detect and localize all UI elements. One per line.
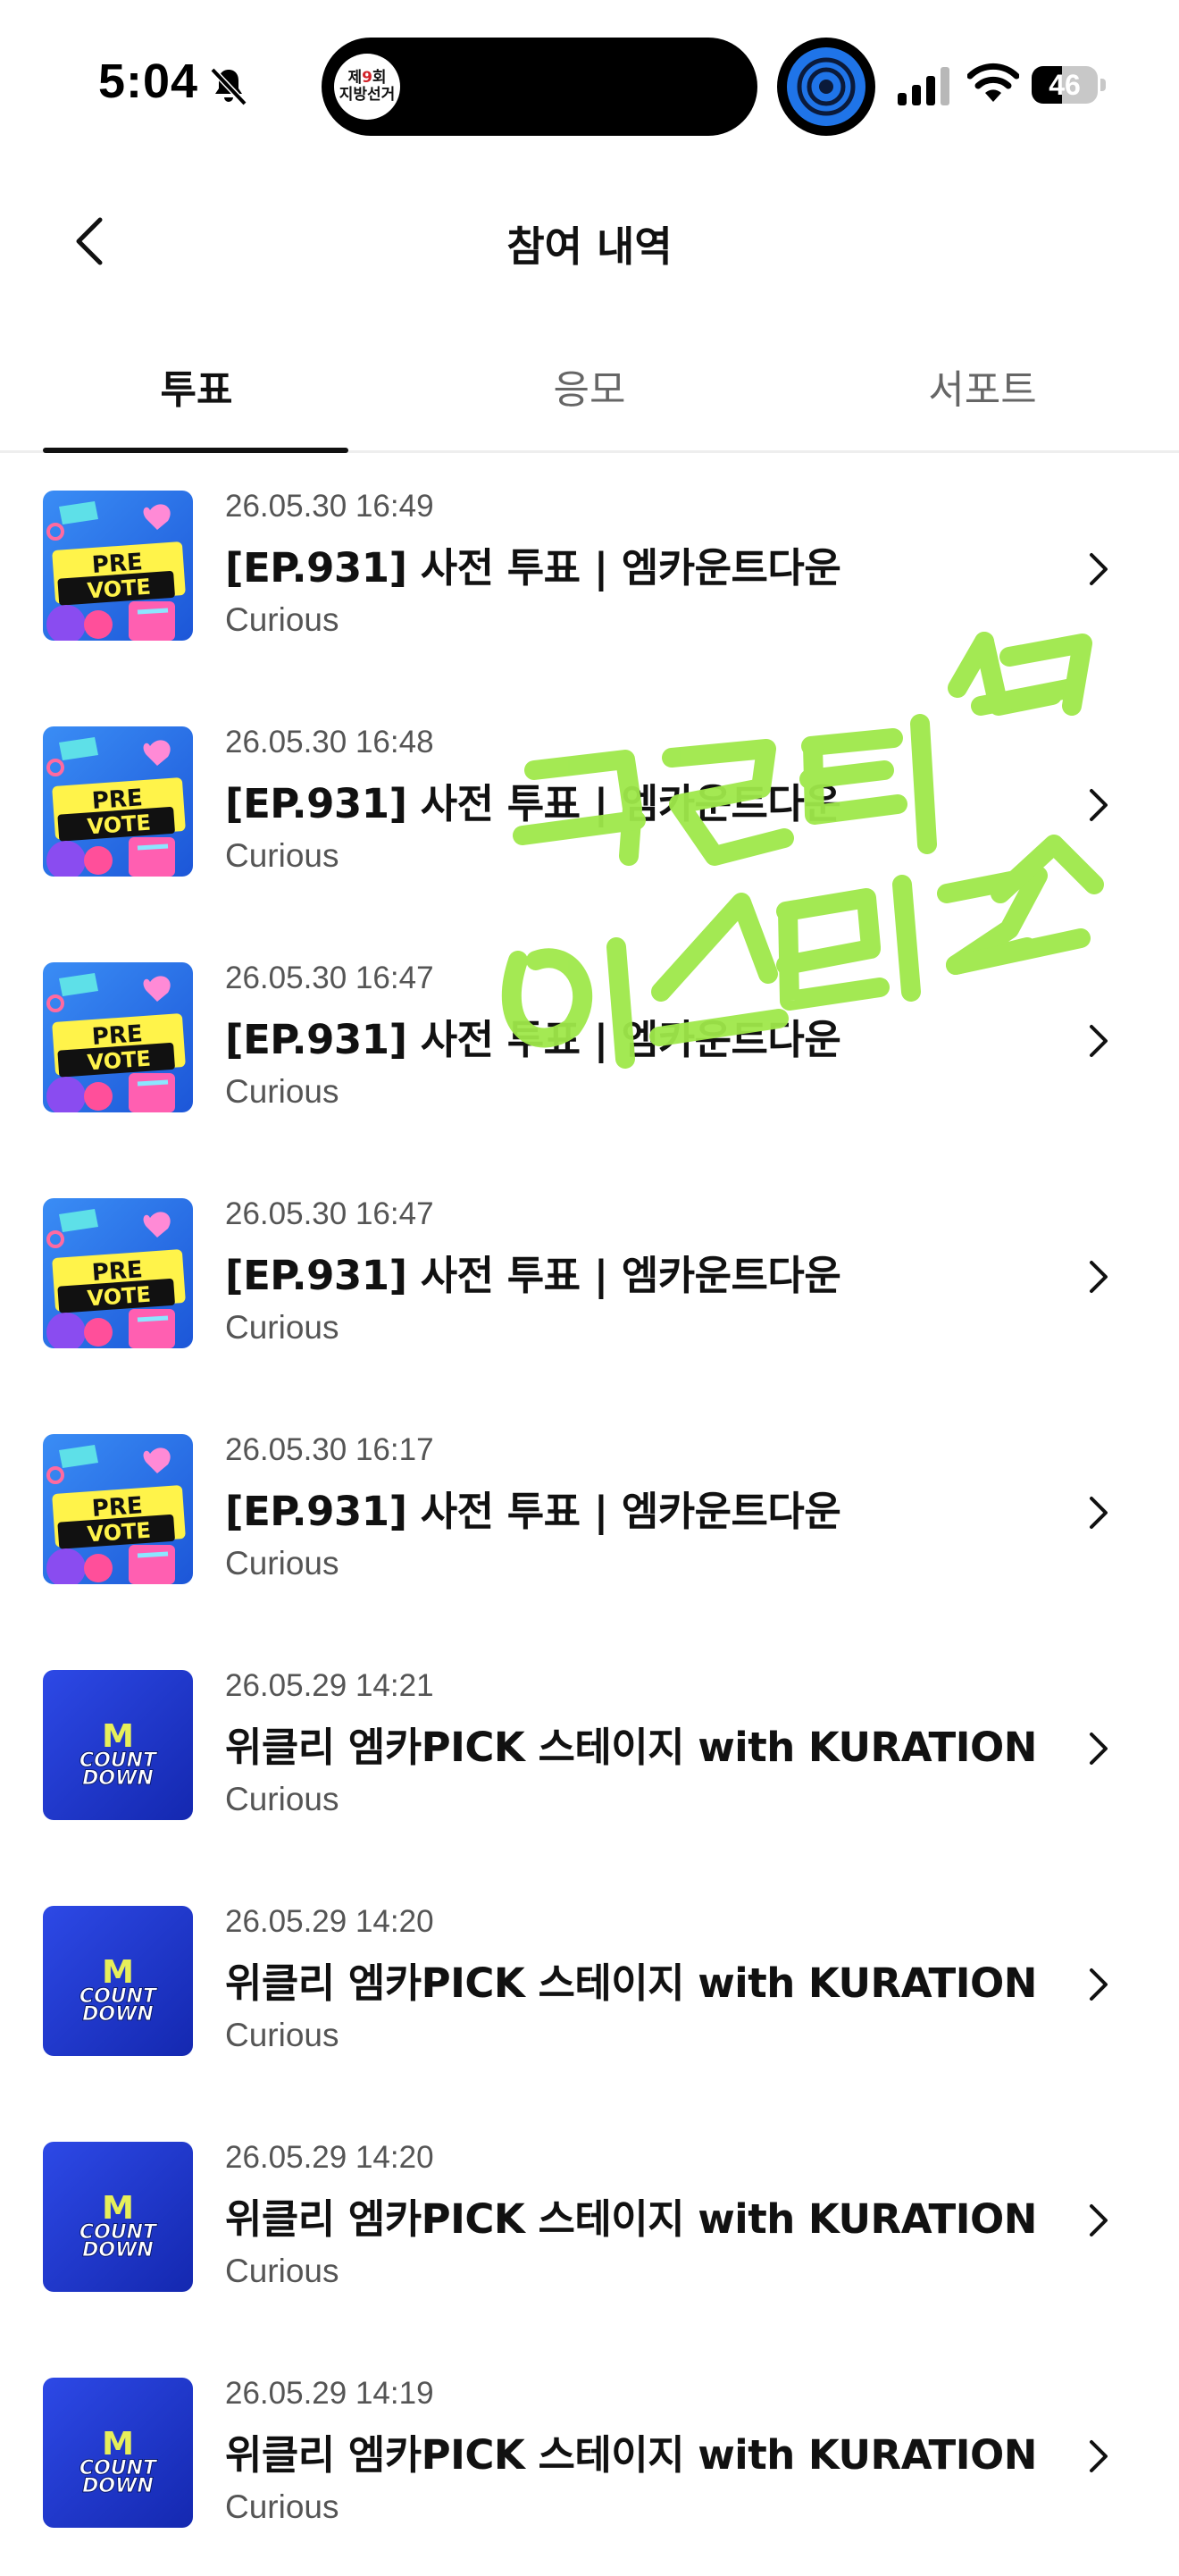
nav-header: 참여 내역: [0, 179, 1179, 304]
mcountdown-thumbnail: M COUNT DOWN: [43, 1906, 193, 2056]
mcountdown-line2: DOWN: [82, 2003, 154, 2026]
dynamic-island[interactable]: 제9회 지방선거: [322, 38, 757, 136]
list-item[interactable]: PRE VOTE 26.05.30 16:49 [EP.931] 사전 투표 | …: [0, 453, 1179, 689]
list-item[interactable]: PRE VOTE 26.05.30 16:17 [EP.931] 사전 투표 | …: [0, 1397, 1179, 1632]
live-activity-airdrop[interactable]: [777, 38, 875, 136]
pre-vote-thumbnail-icon: PRE VOTE: [43, 1198, 193, 1348]
chevron-right-icon: [1090, 1968, 1108, 2001]
status-bar: 5:04 제9회 지방선거 46: [0, 0, 1179, 170]
chevron-right-icon: [1090, 1497, 1108, 1529]
item-date: 26.05.29 14:21: [225, 1668, 434, 1703]
pre-vote-thumbnail: PRE VOTE: [43, 726, 193, 877]
mcountdown-line2: DOWN: [82, 1767, 154, 1790]
list-item[interactable]: M COUNT DOWN 26.05.29 14:19 위클리 엠카PICK 스테…: [0, 2340, 1179, 2576]
pre-vote-thumbnail-icon: PRE VOTE: [43, 1434, 193, 1584]
list-item[interactable]: PRE VOTE 26.05.30 16:47 [EP.931] 사전 투표 | …: [0, 925, 1179, 1161]
item-title: 위클리 엠카PICK 스테이지 with KURATION: [225, 2195, 1037, 2243]
election-badge-icon: 제9회 지방선거: [334, 54, 400, 120]
mcountdown-thumbnail-icon: M COUNT DOWN: [43, 2378, 193, 2528]
item-title: [EP.931] 사전 투표 | 엠카운트다운: [225, 1016, 841, 1063]
pre-vote-line2: VOTE: [87, 1282, 152, 1312]
item-date: 26.05.30 16:49: [225, 489, 434, 524]
item-title: [EP.931] 사전 투표 | 엠카운트다운: [225, 1252, 841, 1299]
item-title: [EP.931] 사전 투표 | 엠카운트다운: [225, 780, 841, 827]
mcountdown-thumbnail: M COUNT DOWN: [43, 1670, 193, 1820]
list-item[interactable]: M COUNT DOWN 26.05.29 14:20 위클리 엠카PICK 스테…: [0, 2104, 1179, 2340]
item-subtitle: Curious: [225, 1309, 339, 1346]
mcountdown-thumbnail-icon: M COUNT DOWN: [43, 2142, 193, 2292]
chevron-right-icon: [1090, 2204, 1108, 2236]
battery-percent: 46: [1049, 69, 1081, 101]
tab-entry[interactable]: 응모: [393, 331, 786, 450]
bell-muted-icon: [210, 67, 247, 106]
chevron-right-icon: [1090, 2440, 1108, 2472]
mcountdown-thumbnail: M COUNT DOWN: [43, 2142, 193, 2292]
list-item[interactable]: PRE VOTE 26.05.30 16:47 [EP.931] 사전 투표 | …: [0, 1161, 1179, 1397]
item-title: [EP.931] 사전 투표 | 엠카운트다운: [225, 1488, 841, 1535]
item-title: [EP.931] 사전 투표 | 엠카운트다운: [225, 544, 841, 592]
cellular-signal-icon: [898, 67, 949, 105]
pre-vote-line2: VOTE: [87, 1518, 152, 1548]
pre-vote-line2: VOTE: [87, 1046, 152, 1076]
mcountdown-line2: DOWN: [82, 2239, 154, 2261]
list-item[interactable]: PRE VOTE 26.05.30 16:48 [EP.931] 사전 투표 | …: [0, 689, 1179, 925]
mcountdown-thumbnail-icon: M COUNT DOWN: [43, 1906, 193, 2056]
tab-bar: 투표 응모 서포트: [0, 331, 1179, 453]
list-item[interactable]: M COUNT DOWN 26.05.29 14:20 위클리 엠카PICK 스테…: [0, 1868, 1179, 2104]
item-title: 위클리 엠카PICK 스테이지 with KURATION: [225, 1724, 1037, 1771]
item-date: 26.05.30 16:47: [225, 1196, 434, 1231]
pre-vote-thumbnail: PRE VOTE: [43, 1198, 193, 1348]
item-date: 26.05.29 14:20: [225, 1904, 434, 1939]
mcountdown-line2: DOWN: [82, 2475, 154, 2497]
wifi-icon: [967, 63, 1019, 102]
item-subtitle: Curious: [225, 2253, 339, 2289]
chevron-right-icon: [1090, 1261, 1108, 1293]
item-date: 26.05.30 16:48: [225, 725, 434, 759]
item-date: 26.05.30 16:17: [225, 1432, 434, 1467]
tab-vote[interactable]: 투표: [0, 331, 393, 450]
pre-vote-thumbnail: PRE VOTE: [43, 962, 193, 1112]
pre-vote-line2: VOTE: [87, 810, 152, 840]
item-subtitle: Curious: [225, 1545, 339, 1582]
list-item[interactable]: M COUNT DOWN 26.05.29 14:21 위클리 엠카PICK 스테…: [0, 1632, 1179, 1868]
item-subtitle: Curious: [225, 837, 339, 874]
pre-vote-thumbnail-icon: PRE VOTE: [43, 962, 193, 1112]
pre-vote-line2: VOTE: [87, 575, 152, 604]
broadcast-icon: [787, 47, 865, 126]
chevron-right-icon: [1090, 1733, 1108, 1765]
tab-support[interactable]: 서포트: [786, 331, 1179, 450]
battery-indicator: 46: [1032, 66, 1107, 104]
chevron-right-icon: [1090, 1025, 1108, 1057]
pre-vote-thumbnail: PRE VOTE: [43, 1434, 193, 1584]
mcountdown-thumbnail: M COUNT DOWN: [43, 2378, 193, 2528]
chevron-right-icon: [1090, 789, 1108, 821]
item-date: 26.05.29 14:20: [225, 2140, 434, 2175]
item-subtitle: Curious: [225, 1073, 339, 1110]
pre-vote-thumbnail: PRE VOTE: [43, 491, 193, 641]
item-subtitle: Curious: [225, 2017, 339, 2053]
mcountdown-thumbnail-icon: M COUNT DOWN: [43, 1670, 193, 1820]
item-subtitle: Curious: [225, 1781, 339, 1817]
item-subtitle: Curious: [225, 601, 339, 638]
page-title: 참여 내역: [506, 222, 673, 271]
pre-vote-thumbnail-icon: PRE VOTE: [43, 491, 193, 641]
pre-vote-thumbnail-icon: PRE VOTE: [43, 726, 193, 877]
item-date: 26.05.29 14:19: [225, 2376, 434, 2411]
participation-list: PRE VOTE 26.05.30 16:49 [EP.931] 사전 투표 | …: [0, 453, 1179, 2576]
item-title: 위클리 엠카PICK 스테이지 with KURATION: [225, 1959, 1037, 2007]
chevron-right-icon: [1090, 553, 1108, 585]
item-subtitle: Curious: [225, 2488, 339, 2525]
item-date: 26.05.30 16:47: [225, 961, 434, 995]
status-time: 5:04: [98, 55, 199, 108]
item-title: 위클리 엠카PICK 스테이지 with KURATION: [225, 2431, 1037, 2479]
